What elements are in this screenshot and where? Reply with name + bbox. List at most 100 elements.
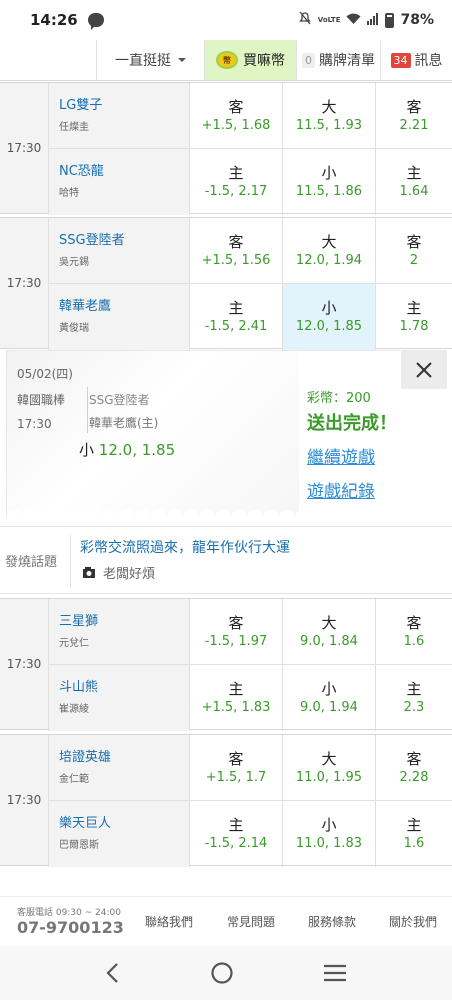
odds-side: 主	[406, 299, 422, 317]
home-team-name: 樂天巨人	[59, 816, 112, 831]
continue-game-link[interactable]: 繼續遊戲	[307, 443, 375, 468]
spread-home-odds[interactable]: 主 -1.5, 2.41	[190, 284, 283, 350]
game-time: 17:30	[0, 218, 48, 348]
home-team-name: 斗山熊	[59, 680, 99, 695]
close-button[interactable]	[401, 351, 447, 389]
away-team[interactable]: SSG登陸者 吳元錫	[48, 218, 190, 284]
topic-title-link[interactable]: 彩幣交流照過來，龍年作伙行大運	[80, 537, 290, 557]
service-phone[interactable]: 07-9700123	[17, 918, 124, 937]
odds-side: 客	[406, 97, 422, 116]
footer-link-terms[interactable]: 服務條款	[308, 913, 356, 930]
odds-value: 1.6	[403, 633, 425, 649]
topic-author[interactable]: 老闆好煩	[103, 563, 155, 582]
odds-value: 1.64	[399, 184, 429, 199]
bet-ticket: 05/02(四) 韓國職棒 17:30 SSG登陸者 韓華老鷹(主) 小 12.…	[7, 351, 299, 517]
odds-side: 客	[228, 613, 244, 632]
moneyline-home-odds[interactable]: 主 1.78	[376, 284, 452, 350]
spread-away-odds[interactable]: 客 +1.5, 1.68	[190, 83, 283, 149]
total-under-odds[interactable]: 小 11.0, 1.83	[283, 801, 376, 867]
game-row: 17:30 LG雙子 任燦圭 NC恐龍 哈特 客 +1.5, 1.68 大 11.5…	[0, 82, 452, 215]
close-icon	[416, 362, 432, 378]
service-hours-label: 客服電話 09:30 ~ 24:00	[17, 908, 121, 918]
spread-away-odds[interactable]: 客 +1.5, 1.7	[190, 735, 283, 801]
odds-side: 主	[228, 299, 244, 317]
odds-side: 主	[406, 816, 422, 834]
odds-value: 11.0, 1.83	[295, 836, 363, 851]
spread-away-odds[interactable]: 客 +1.5, 1.56	[190, 218, 283, 284]
cart-button[interactable]: 0 購牌清單	[297, 40, 381, 80]
footer-link-about[interactable]: 關於我們	[389, 913, 437, 930]
bet-confirmation-panel: 05/02(四) 韓國職棒 17:30 SSG登陸者 韓華老鷹(主) 小 12.…	[6, 350, 447, 517]
odds-side: 大	[321, 749, 337, 768]
game-history-link[interactable]: 遊戲紀錄	[307, 477, 375, 502]
moneyline-home-odds[interactable]: 主 1.6	[376, 801, 452, 867]
odds-value: 9.0, 1.94	[300, 700, 358, 715]
battery-percent: 78%	[400, 12, 434, 28]
away-pitcher: 任燦圭	[59, 122, 89, 133]
home-pitcher: 崔源綾	[59, 704, 89, 715]
home-icon[interactable]	[210, 961, 234, 985]
total-over-odds[interactable]: 大 11.0, 1.95	[283, 735, 376, 801]
home-team[interactable]: 樂天巨人 巴爾恩斯	[48, 801, 190, 867]
topic-label: 發燒話題	[5, 555, 58, 570]
game-time: 17:30	[0, 83, 48, 213]
total-over-odds[interactable]: 大 12.0, 1.94	[283, 218, 376, 284]
odds-value: -1.5, 1.97	[204, 633, 268, 649]
submit-status: 送出完成！	[307, 413, 397, 434]
game-time: 17:30	[0, 735, 48, 865]
odds-side: 客	[406, 613, 422, 632]
odds-value: 1.78	[399, 319, 429, 334]
moneyline-away-odds[interactable]: 客2	[376, 218, 452, 284]
odds-value: +1.5, 1.68	[201, 117, 271, 133]
bet-pick: 小 12.0, 1.85	[79, 439, 175, 460]
topic-divider	[70, 535, 71, 587]
odds-side: 小	[321, 816, 337, 834]
away-team-name: SSG登陸者	[59, 233, 125, 248]
total-over-odds[interactable]: 大 11.5, 1.93	[283, 83, 376, 149]
total-under-odds-selected[interactable]: 小 12.0, 1.85	[283, 284, 376, 350]
odds-value: 11.5, 1.86	[295, 184, 363, 199]
away-team[interactable]: 三星獅 元兌仁	[48, 599, 190, 665]
moneyline-away-odds[interactable]: 客 2.21	[376, 83, 452, 149]
buy-coins-button[interactable]: 幣 買嘛幣	[205, 40, 297, 80]
menu-icon[interactable]	[323, 963, 347, 983]
back-icon[interactable]	[105, 962, 121, 984]
moneyline-home-odds[interactable]: 主 1.64	[376, 149, 452, 215]
total-under-odds[interactable]: 小 9.0, 1.94	[283, 665, 376, 731]
home-team[interactable]: 韓華老鷹 黃俊瑞	[48, 284, 190, 350]
moneyline-home-odds[interactable]: 主 2.3	[376, 665, 452, 731]
footer-link-faq[interactable]: 常見問題	[227, 913, 275, 930]
bet-result: 彩幣：200 送出完成！ 繼續遊戲 遊戲紀錄	[299, 351, 447, 517]
moneyline-away-odds[interactable]: 客 1.6	[376, 599, 452, 665]
spread-home-odds[interactable]: 主 -1.5, 2.17	[190, 149, 283, 215]
away-team[interactable]: 培證英雄 金仁範	[48, 735, 190, 801]
bet-league: 韓國職棒	[17, 393, 66, 407]
odds-value: 2.3	[403, 700, 425, 715]
cart-count-badge: 0	[302, 52, 315, 68]
home-team[interactable]: 斗山熊 崔源綾	[48, 665, 190, 731]
sort-label: 一直挺挺	[115, 53, 171, 69]
sort-dropdown[interactable]: 一直挺挺	[97, 40, 205, 80]
spread-home-odds[interactable]: 主 +1.5, 1.83	[190, 665, 283, 731]
messages-button[interactable]: 34 訊息	[381, 40, 452, 80]
bet-away-team: SSG登陸者	[89, 393, 150, 407]
odds-value: 9.0, 1.84	[300, 633, 358, 649]
total-under-odds[interactable]: 小 11.5, 1.86	[283, 149, 376, 215]
footer-link-contact[interactable]: 聯絡我們	[145, 913, 193, 930]
game-time: 17:30	[0, 599, 48, 729]
status-bar: 14:26 VoLTE 78%	[0, 0, 452, 40]
away-team[interactable]: LG雙子 任燦圭	[48, 83, 190, 149]
moneyline-away-odds[interactable]: 客 2.28	[376, 735, 452, 801]
odds-side: 客	[406, 749, 422, 768]
spread-home-odds[interactable]: 主 -1.5, 2.14	[190, 801, 283, 867]
odds-side: 主	[406, 164, 422, 182]
odds-value: 11.5, 1.93	[295, 117, 363, 133]
odds-value: -1.5, 2.41	[204, 319, 268, 334]
mute-icon	[298, 11, 312, 29]
spread-away-odds[interactable]: 客 -1.5, 1.97	[190, 599, 283, 665]
total-over-odds[interactable]: 大 9.0, 1.84	[283, 599, 376, 665]
top-nav: 一直挺挺 幣 買嘛幣 0 購牌清單 34 訊息	[0, 40, 452, 81]
messages-label: 訊息	[414, 53, 443, 69]
home-team[interactable]: NC恐龍 哈特	[48, 149, 190, 215]
game-row: 17:30 三星獅 元兌仁 斗山熊 崔源綾 客 -1.5, 1.97 大 9.0, …	[0, 598, 452, 731]
